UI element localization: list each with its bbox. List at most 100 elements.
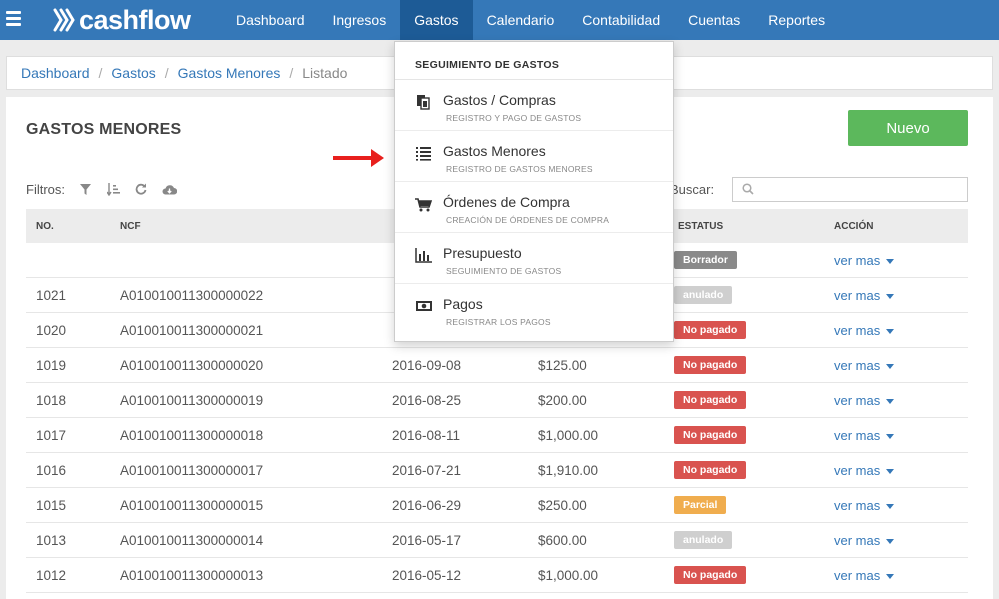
nav-contabilidad[interactable]: Contabilidad — [568, 0, 674, 40]
breadcrumb-current: Listado — [302, 65, 348, 81]
cell-date: 2016-05-12 — [392, 568, 462, 583]
breadcrumb-gastos[interactable]: Gastos — [111, 65, 155, 81]
menu-item-title: Gastos / Compras — [443, 92, 556, 108]
search-label: Buscar: — [670, 182, 715, 197]
menu-item-subtitle: REGISTRO Y PAGO DE GASTOS — [446, 113, 582, 123]
cell-date: 2016-06-29 — [392, 498, 462, 513]
menu-item-subtitle: REGISTRO DE GASTOS MENORES — [446, 164, 593, 174]
page-title: GASTOS MENORES — [26, 121, 182, 138]
cell-ncf: A010010011300000020 — [120, 358, 264, 373]
cell-ncf: A010010011300000022 — [120, 288, 264, 303]
ver-mas-button[interactable]: ver mas — [834, 253, 895, 268]
filter-icon[interactable] — [77, 181, 93, 197]
shopping-cart-icon — [415, 198, 433, 212]
table-row: 1016 A010010011300000017 2016-07-21 $1,910.… — [26, 453, 968, 488]
hamburger-menu-icon[interactable] — [6, 11, 21, 28]
money-icon — [416, 301, 432, 311]
app-logo[interactable]: cashflow — [52, 4, 191, 36]
cell-amount: $250.00 — [538, 498, 587, 513]
menu-item-presupuesto[interactable]: Presupuesto SEGUIMIENTO DE GASTOS — [395, 233, 673, 284]
caret-down-icon — [886, 259, 895, 264]
sort-icon[interactable] — [105, 181, 121, 197]
main-nav: Dashboard Ingresos Gastos Calendario Con… — [222, 0, 839, 40]
caret-down-icon — [886, 364, 895, 369]
menu-item-subtitle: CREACIÓN DE ÓRDENES DE COMPRA — [446, 215, 610, 225]
header-ncf[interactable]: NCF — [120, 221, 141, 232]
caret-down-icon — [886, 574, 895, 579]
ver-mas-label: ver mas — [834, 428, 881, 443]
breadcrumb-gastos-menores[interactable]: Gastos Menores — [178, 65, 281, 81]
menu-item-subtitle: SEGUIMIENTO DE GASTOS — [446, 266, 562, 276]
caret-down-icon — [886, 329, 895, 334]
logo-text: cashflow — [79, 4, 191, 35]
cell-date: 2016-08-11 — [392, 428, 461, 443]
cloud-download-icon[interactable] — [161, 181, 177, 197]
nav-calendario[interactable]: Calendario — [473, 0, 569, 40]
nav-gastos[interactable]: Gastos — [400, 0, 473, 40]
table-row: 1012 A010010011300000013 2016-05-12 $1,000.… — [26, 558, 968, 593]
ver-mas-button[interactable]: ver mas — [834, 358, 895, 373]
breadcrumb-separator: / — [98, 65, 103, 81]
table-row: 1018 A010010011300000019 2016-08-25 $200.00… — [26, 383, 968, 418]
status-badge: anulado — [674, 286, 733, 304]
status-badge: Borrador — [674, 251, 737, 269]
ver-mas-button[interactable]: ver mas — [834, 393, 895, 408]
ver-mas-button[interactable]: ver mas — [834, 533, 895, 548]
cell-amount: $1,000.00 — [538, 568, 599, 583]
menu-item-title: Órdenes de Compra — [443, 194, 570, 210]
menu-item-gastos-menores[interactable]: Gastos Menores REGISTRO DE GASTOS MENORE… — [395, 131, 673, 182]
breadcrumb-separator: / — [289, 65, 294, 81]
new-button[interactable]: Nuevo — [848, 110, 968, 146]
table-row: 1013 A010010011300000014 2016-05-17 $600.00… — [26, 523, 968, 558]
nav-reportes[interactable]: Reportes — [754, 0, 839, 40]
menu-item-pagos[interactable]: Pagos REGISTRAR LOS PAGOS — [395, 284, 673, 335]
header-status[interactable]: ESTATUS — [678, 221, 723, 232]
ver-mas-button[interactable]: ver mas — [834, 498, 895, 513]
list-icon — [416, 147, 431, 161]
cell-date: 2016-07-21 — [392, 463, 462, 478]
status-badge: No pagado — [674, 321, 747, 339]
ver-mas-label: ver mas — [834, 358, 881, 373]
cell-ncf: A010010011300000014 — [120, 533, 264, 548]
ver-mas-button[interactable]: ver mas — [834, 323, 895, 338]
ver-mas-label: ver mas — [834, 288, 881, 303]
cell-no: 1020 — [36, 323, 67, 338]
cell-ncf: A010010011300000018 — [120, 428, 264, 443]
menu-item-gastos-compras[interactable]: Gastos / Compras REGISTRO Y PAGO DE GAST… — [395, 80, 673, 131]
cell-no: 1019 — [36, 358, 67, 373]
search-field[interactable] — [732, 177, 968, 202]
cell-amount: $1,000.00 — [538, 428, 599, 443]
status-badge: No pagado — [674, 566, 747, 584]
header-no[interactable]: NO. — [36, 221, 54, 232]
table-row: 1019 A010010011300000020 2016-09-08 $125.00… — [26, 348, 968, 383]
search-input[interactable] — [761, 180, 961, 199]
nav-cuentas[interactable]: Cuentas — [674, 0, 754, 40]
ver-mas-label: ver mas — [834, 463, 881, 478]
filters-label: Filtros: — [26, 181, 65, 197]
ver-mas-label: ver mas — [834, 533, 881, 548]
cell-amount: $200.00 — [538, 393, 587, 408]
table-row: 1015 A010010011300000015 2016-06-29 $250.00… — [26, 488, 968, 523]
ver-mas-button[interactable]: ver mas — [834, 428, 895, 443]
refresh-icon[interactable] — [133, 181, 149, 197]
ver-mas-button[interactable]: ver mas — [834, 568, 895, 583]
ver-mas-button[interactable]: ver mas — [834, 463, 895, 478]
ver-mas-label: ver mas — [834, 393, 881, 408]
annotation-arrow-icon — [333, 149, 384, 167]
cell-no: 1013 — [36, 533, 67, 548]
cell-ncf: A010010011300000019 — [120, 393, 264, 408]
filters-bar: Filtros: — [26, 179, 177, 199]
breadcrumb-dashboard[interactable]: Dashboard — [21, 65, 90, 81]
caret-down-icon — [886, 434, 895, 439]
ver-mas-button[interactable]: ver mas — [834, 288, 895, 303]
nav-dashboard[interactable]: Dashboard — [222, 0, 319, 40]
ver-mas-label: ver mas — [834, 323, 881, 338]
cell-no: 1016 — [36, 463, 67, 478]
nav-ingresos[interactable]: Ingresos — [319, 0, 401, 40]
status-badge: Parcial — [674, 496, 727, 514]
cell-no: 1021 — [36, 288, 67, 303]
cell-ncf: A010010011300000013 — [120, 568, 264, 583]
menu-item-ordenes-compra[interactable]: Órdenes de Compra CREACIÓN DE ÓRDENES DE… — [395, 182, 673, 233]
cell-ncf: A010010011300000021 — [120, 323, 264, 338]
ver-mas-label: ver mas — [834, 498, 881, 513]
